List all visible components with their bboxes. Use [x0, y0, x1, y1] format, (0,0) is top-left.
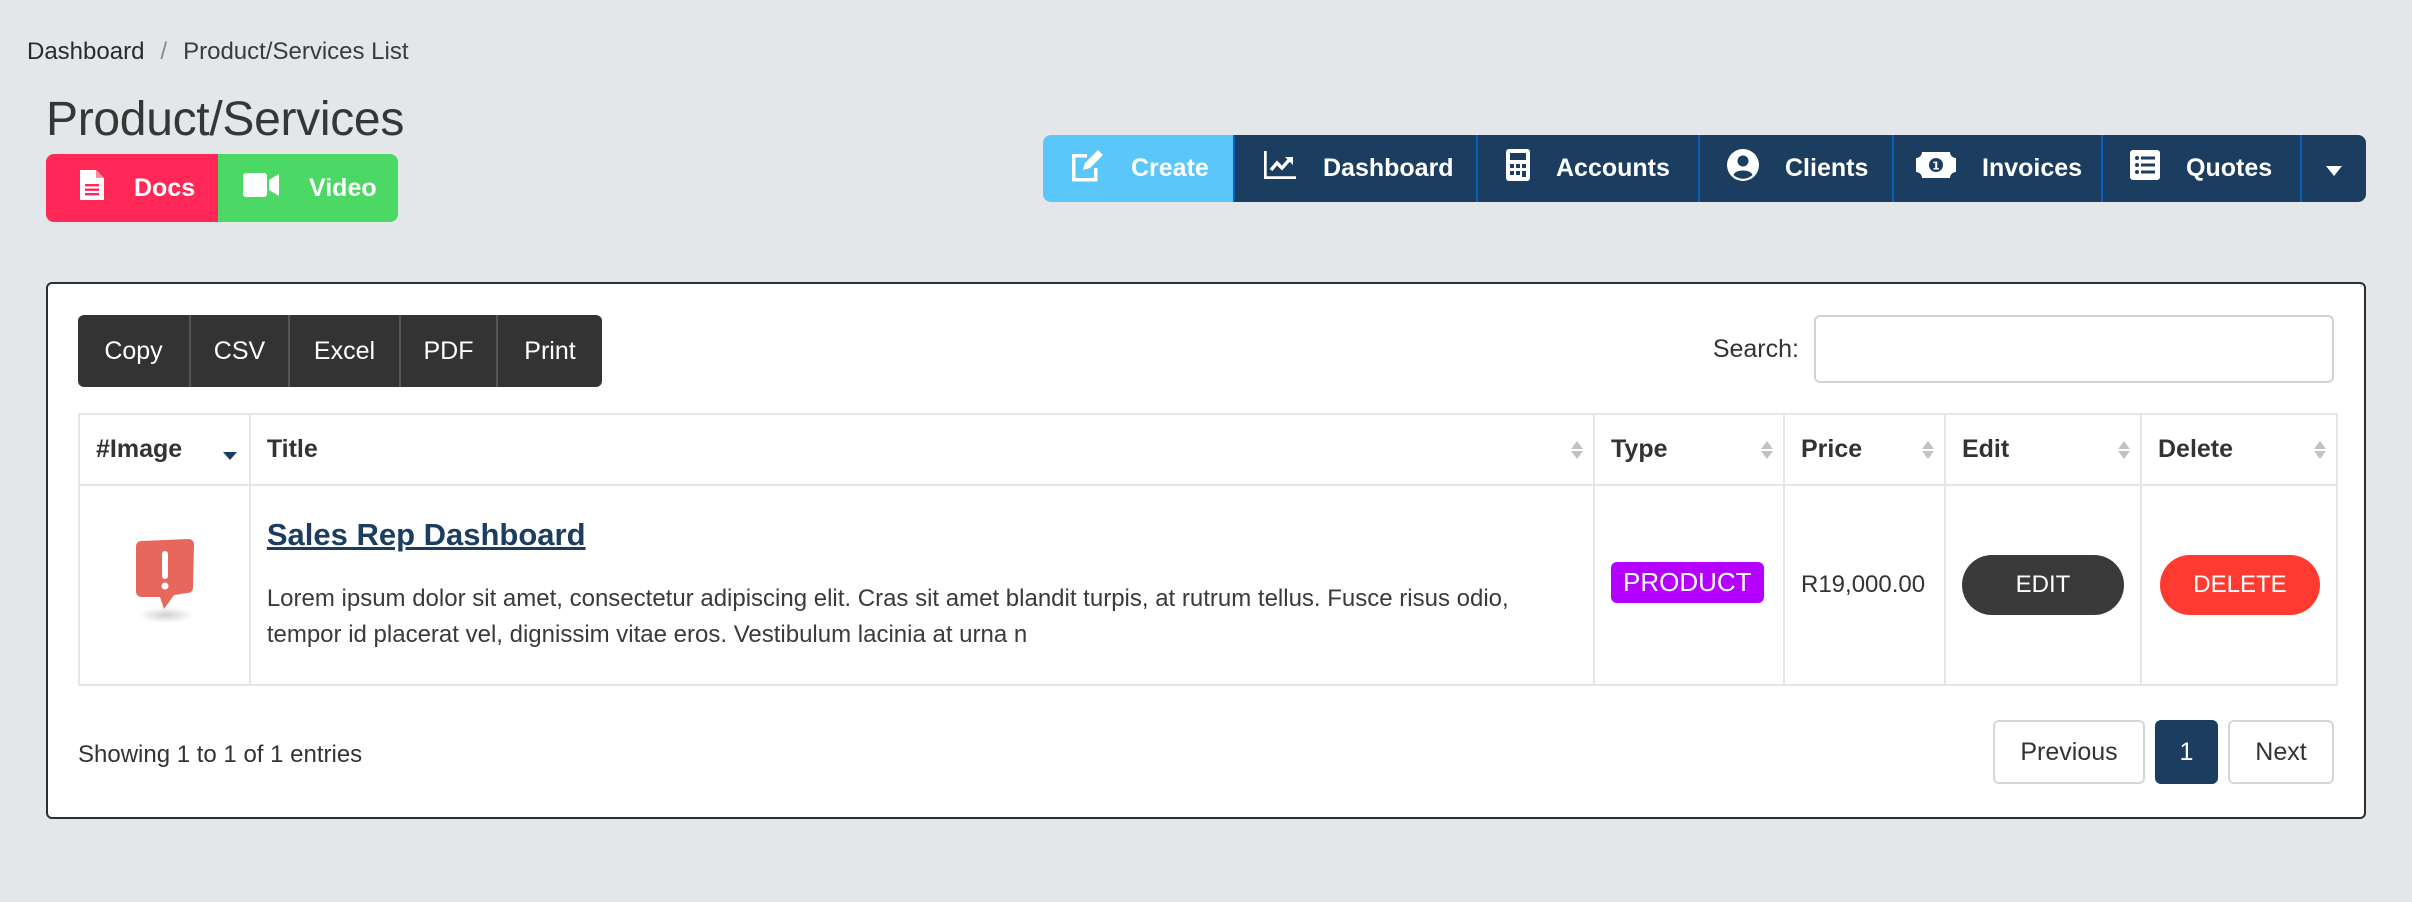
breadcrumb-current: Product/Services List [183, 38, 409, 65]
table-header-row: #Image Title Type Price Edit Delete [78, 413, 2339, 486]
nav-accounts-label: Accounts [1556, 154, 1670, 182]
column-header-price[interactable]: Price [1783, 413, 1946, 486]
next-page-button[interactable]: Next [2228, 720, 2334, 784]
nav-create-label: Create [1131, 154, 1209, 182]
delete-cell: DELETE [2139, 484, 2339, 686]
nav-invoices-label: Invoices [1982, 154, 2083, 182]
file-text-icon [80, 169, 104, 207]
excel-button[interactable]: Excel [288, 315, 399, 387]
column-header-image-label: #Image [96, 435, 183, 463]
edit-icon [1069, 148, 1105, 189]
docs-label: Docs [134, 173, 196, 202]
export-button-group: Copy CSV Excel PDF Print [78, 315, 602, 387]
products-table: #Image Title Type Price Edit Delete Sale… [78, 413, 2339, 686]
calculator-icon [1506, 149, 1530, 188]
breadcrumb-separator: / [160, 38, 168, 65]
column-header-title[interactable]: Title [248, 413, 1596, 486]
sort-icon [1921, 440, 1934, 459]
nav-more-dropdown-button[interactable] [2300, 135, 2366, 202]
products-card: Copy CSV Excel PDF Print Search: #Image … [46, 282, 2366, 819]
type-badge: PRODUCT [1611, 561, 1764, 603]
search-input[interactable] [1814, 315, 2334, 383]
list-icon [2130, 150, 2160, 187]
svg-text:1: 1 [1932, 160, 1940, 173]
column-header-edit-label: Edit [1961, 435, 2010, 463]
image-cell [78, 484, 251, 686]
column-header-edit[interactable]: Edit [1943, 413, 2142, 486]
price-cell: R19,000.00 [1783, 484, 1946, 686]
nav-create-button[interactable]: Create [1043, 135, 1233, 202]
nav-dashboard-button[interactable]: Dashboard [1233, 135, 1476, 202]
column-header-image[interactable]: #Image [78, 413, 251, 486]
nav-quotes-label: Quotes [2186, 154, 2273, 182]
pdf-button[interactable]: PDF [399, 315, 496, 387]
search-box: Search: [1713, 315, 2334, 383]
nav-dashboard-label: Dashboard [1323, 154, 1454, 182]
page-title: Product/Services [46, 93, 405, 146]
money-bill-icon: 1 [1916, 152, 1956, 185]
product-thumbnail [96, 537, 233, 634]
product-title-link[interactable]: Sales Rep Dashboard [267, 517, 586, 553]
price-value: R19,000.00 [1801, 571, 1926, 598]
column-header-delete[interactable]: Delete [2139, 413, 2339, 486]
sort-icon [2117, 440, 2130, 459]
type-cell: PRODUCT [1593, 484, 1785, 686]
nav-invoices-button[interactable]: 1 Invoices [1892, 135, 2101, 202]
breadcrumb: Dashboard / Product/Services List [27, 38, 409, 66]
column-header-type[interactable]: Type [1593, 413, 1785, 486]
sort-desc-icon [222, 451, 237, 460]
breadcrumb-dashboard-link[interactable]: Dashboard [27, 38, 144, 66]
video-button[interactable]: Video [218, 154, 398, 222]
pagination: Previous 1 Next [1993, 720, 2334, 784]
copy-button[interactable]: Copy [78, 315, 189, 387]
docs-button[interactable]: Docs [46, 154, 218, 222]
chart-line-icon [1263, 151, 1297, 186]
sort-icon [1571, 440, 1584, 459]
help-button-group: Docs Video [46, 154, 398, 222]
nav-clients-button[interactable]: Clients [1698, 135, 1892, 202]
sort-icon [2314, 440, 2326, 459]
edit-cell: EDIT [1943, 484, 2142, 686]
title-cell: Sales Rep Dashboard Lorem ipsum dolor si… [248, 484, 1596, 686]
column-header-delete-label: Delete [2157, 435, 2234, 463]
sort-icon [1761, 440, 1773, 459]
user-circle-icon [1727, 149, 1759, 188]
delete-button[interactable]: DELETE [2159, 555, 2320, 615]
edit-button[interactable]: EDIT [1961, 555, 2124, 615]
alert-speech-bubble-icon [124, 537, 204, 634]
nav-clients-label: Clients [1785, 154, 1869, 182]
page-1-button[interactable]: 1 [2155, 720, 2218, 784]
column-header-type-label: Type [1611, 435, 1668, 463]
search-label: Search: [1712, 334, 1799, 363]
csv-button[interactable]: CSV [189, 315, 288, 387]
previous-page-button[interactable]: Previous [1993, 720, 2145, 784]
caret-down-icon [2326, 154, 2342, 183]
column-header-price-label: Price [1801, 435, 1863, 463]
table-info: Showing 1 to 1 of 1 entries [78, 741, 363, 768]
nav-accounts-button[interactable]: Accounts [1476, 135, 1698, 202]
table-row: Sales Rep Dashboard Lorem ipsum dolor si… [78, 484, 2339, 686]
quick-nav-bar: Create Dashboard Accounts Clients 1 Invo… [1043, 135, 2366, 202]
video-camera-icon [243, 172, 279, 205]
product-description: Lorem ipsum dolor sit amet, consectetur … [266, 585, 1509, 648]
column-header-title-label: Title [266, 435, 318, 463]
nav-quotes-button[interactable]: Quotes [2101, 135, 2300, 202]
print-button[interactable]: Print [496, 315, 602, 387]
video-label: Video [309, 173, 377, 202]
